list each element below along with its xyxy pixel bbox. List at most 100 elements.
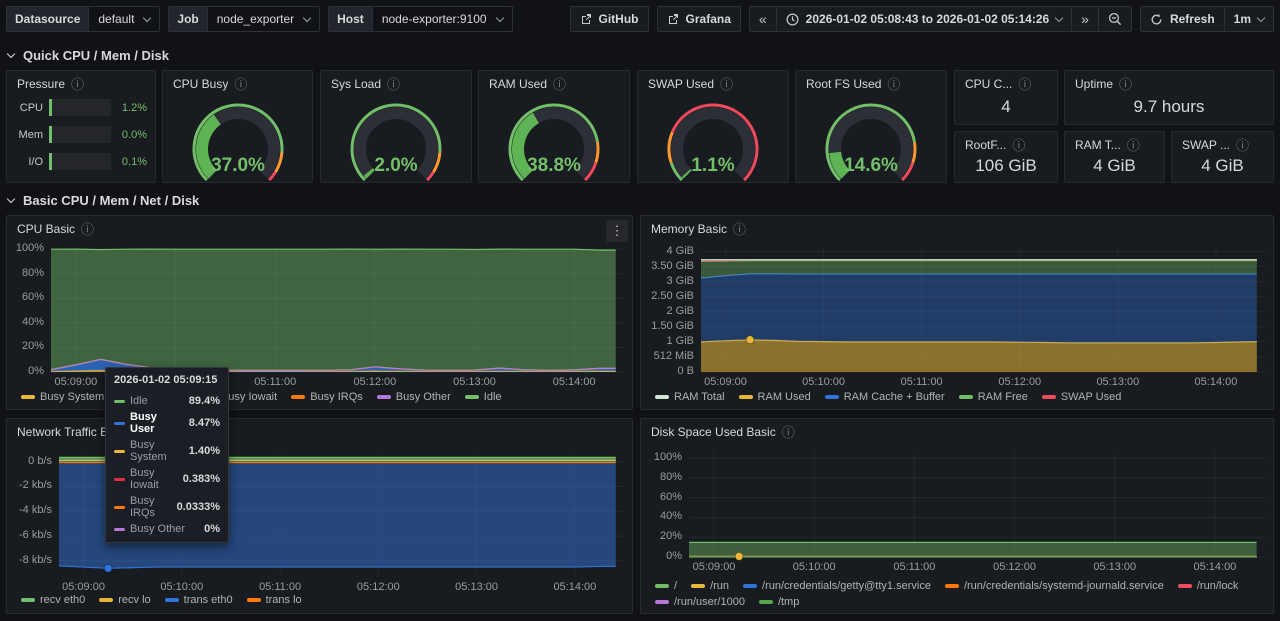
legend-label: /tmp (778, 596, 799, 608)
legend-item[interactable]: RAM Cache + Buffer (825, 391, 945, 403)
info-icon[interactable]: ⓘ (234, 78, 247, 91)
legend-item[interactable]: RAM Used (739, 391, 811, 403)
panel-header[interactable]: CPU Basicⓘ (7, 216, 632, 236)
legend-item[interactable]: SWAP Used (1042, 391, 1122, 403)
panel-header[interactable]: Disk Space Used Basicⓘ (641, 419, 1273, 439)
panel-menu-icon[interactable]: ⋮ (606, 220, 628, 242)
legend-item[interactable]: recv eth0 (21, 594, 85, 606)
grafana-link[interactable]: Grafana (657, 6, 741, 32)
refresh-button[interactable]: Refresh (1140, 6, 1225, 32)
zoom-out-button[interactable] (1098, 6, 1132, 32)
legend-item[interactable]: / (655, 580, 677, 592)
network-traffic-chart[interactable]: 0 b/s-2 kb/s-4 kb/s-6 kb/s-8 kb/s05:09:0… (11, 451, 630, 595)
legend-item[interactable]: /run/credentials/getty@tty1.service (743, 580, 931, 592)
panel-header[interactable]: RAM T...ⓘ (1065, 132, 1164, 152)
info-icon[interactable]: ⓘ (387, 78, 400, 91)
top-bar: Datasource default Job node_exporter Hos… (0, 0, 1280, 38)
datasource-selector[interactable]: Datasource default (6, 6, 160, 32)
tooltip-row: Busy System1.40% (106, 437, 228, 465)
panel-header[interactable]: Memory Basicⓘ (641, 216, 1273, 236)
panel-header[interactable]: Pressureⓘ (7, 71, 155, 91)
panel-header[interactable]: SWAP Usedⓘ (638, 71, 788, 91)
legend-item[interactable]: RAM Free (959, 391, 1028, 403)
legend-item[interactable]: recv lo (99, 594, 150, 606)
host-selector[interactable]: Host node-exporter:9100 (328, 6, 512, 32)
series-swatch (114, 528, 125, 531)
legend-item[interactable]: /run/credentials/systemd-journald.servic… (945, 580, 1164, 592)
series-swatch (247, 598, 261, 602)
info-icon[interactable]: ⓘ (553, 78, 566, 91)
plot-area[interactable] (11, 246, 630, 390)
job-selector[interactable]: Job node_exporter (168, 6, 320, 32)
panel-header[interactable]: Root FS Usedⓘ (796, 71, 946, 91)
panel-header[interactable]: Uptimeⓘ (1065, 71, 1273, 91)
github-link[interactable]: GitHub (570, 6, 649, 32)
legend-item[interactable]: Busy IRQs (291, 391, 363, 403)
panel-header[interactable]: Network Traffic Basicⓘ (7, 419, 632, 439)
info-icon[interactable]: ⓘ (733, 223, 746, 236)
external-link-icon (580, 13, 592, 25)
series-swatch (945, 584, 959, 588)
legend-item[interactable]: Busy System (21, 391, 104, 403)
info-icon[interactable]: ⓘ (782, 426, 795, 439)
tooltip-row: Busy IRQs0.0333% (106, 493, 228, 521)
legend-item[interactable]: Busy Other (377, 391, 451, 403)
panel-header[interactable]: CPU C...ⓘ (955, 71, 1057, 91)
info-icon[interactable]: ⓘ (887, 78, 900, 91)
panel-header[interactable]: Sys Loadⓘ (321, 71, 471, 91)
panel-header[interactable]: SWAP ...ⓘ (1172, 132, 1273, 152)
disk-space-chart[interactable]: 0%20%40%60%80%100%05:09:0005:10:0005:11:… (645, 449, 1271, 575)
info-icon[interactable]: ⓘ (1119, 78, 1132, 91)
memory-basic-chart[interactable]: 0 B512 MiB1 GiB1.50 GiB2 GiB2.50 GiB3 Gi… (645, 246, 1271, 390)
series-swatch (465, 395, 479, 399)
y-axis-label: 60% (660, 491, 682, 504)
legend-label: / (674, 580, 677, 592)
info-icon[interactable]: ⓘ (1012, 139, 1025, 152)
x-axis-label: 05:09:00 (42, 376, 110, 389)
info-icon[interactable]: ⓘ (1018, 78, 1031, 91)
info-icon[interactable]: ⓘ (720, 78, 733, 91)
tooltip-row: Idle89.4% (106, 393, 228, 409)
legend-item[interactable]: /tmp (759, 596, 799, 608)
network-traffic-legend: recv eth0 recv lo trans eth0 trans lo (21, 594, 626, 606)
panel-header[interactable]: RAM Usedⓘ (479, 71, 629, 91)
section-quick-cpu-mem-disk[interactable]: Quick CPU / Mem / Disk (8, 48, 169, 63)
panel-header[interactable]: CPU Busyⓘ (163, 71, 312, 91)
y-axis-label: 40% (22, 316, 44, 329)
bar-gauge (49, 126, 111, 143)
cpu-basic-chart[interactable]: 0%20%40%60%80%100%05:09:0005:10:0005:11:… (11, 246, 630, 390)
panel-ram-used: RAM Usedⓘ 38.8% (478, 70, 630, 183)
series-swatch (114, 400, 125, 403)
y-axis-label: 1.50 GiB (651, 320, 694, 333)
legend-item[interactable]: /run/lock (1178, 580, 1239, 592)
series-swatch (291, 395, 305, 399)
info-icon[interactable]: ⓘ (71, 78, 84, 91)
swap-total-value: 4 GiB (1172, 156, 1273, 176)
time-shift-forward-button[interactable]: » (1071, 6, 1099, 32)
time-shift-back-button[interactable]: « (749, 6, 777, 32)
y-axis-label: 20% (22, 340, 44, 353)
legend-label: trans eth0 (184, 594, 233, 606)
legend-item[interactable]: trans lo (247, 594, 302, 606)
info-icon[interactable]: ⓘ (81, 223, 94, 236)
info-icon[interactable]: ⓘ (1236, 139, 1249, 152)
legend-item[interactable]: trans eth0 (165, 594, 233, 606)
chart-tooltip: 2026-01-02 05:09:15 Idle89.4% Busy User8… (105, 367, 229, 543)
legend-item[interactable]: /run (691, 580, 729, 592)
series-area (51, 249, 616, 370)
info-icon[interactable]: ⓘ (1127, 139, 1140, 152)
panel-header[interactable]: RootF...ⓘ (955, 132, 1057, 152)
plot-area[interactable] (11, 451, 630, 595)
plot-area[interactable] (645, 246, 1271, 390)
section-basic-cpu-mem-net-disk[interactable]: Basic CPU / Mem / Net / Disk (8, 193, 199, 208)
plot-area[interactable] (645, 449, 1271, 575)
legend-label: /run/credentials/systemd-journald.servic… (964, 580, 1164, 592)
legend-label: recv eth0 (40, 594, 85, 606)
legend-item[interactable]: Idle (465, 391, 502, 403)
refresh-interval-dropdown[interactable]: 1m (1224, 6, 1274, 32)
x-axis-label: 05:12:00 (341, 376, 409, 389)
series-swatch (691, 584, 705, 588)
time-range-button[interactable]: 2026-01-02 05:08:43 to 2026-01-02 05:14:… (776, 6, 1073, 32)
legend-item[interactable]: RAM Total (655, 391, 725, 403)
legend-item[interactable]: /run/user/1000 (655, 596, 745, 608)
